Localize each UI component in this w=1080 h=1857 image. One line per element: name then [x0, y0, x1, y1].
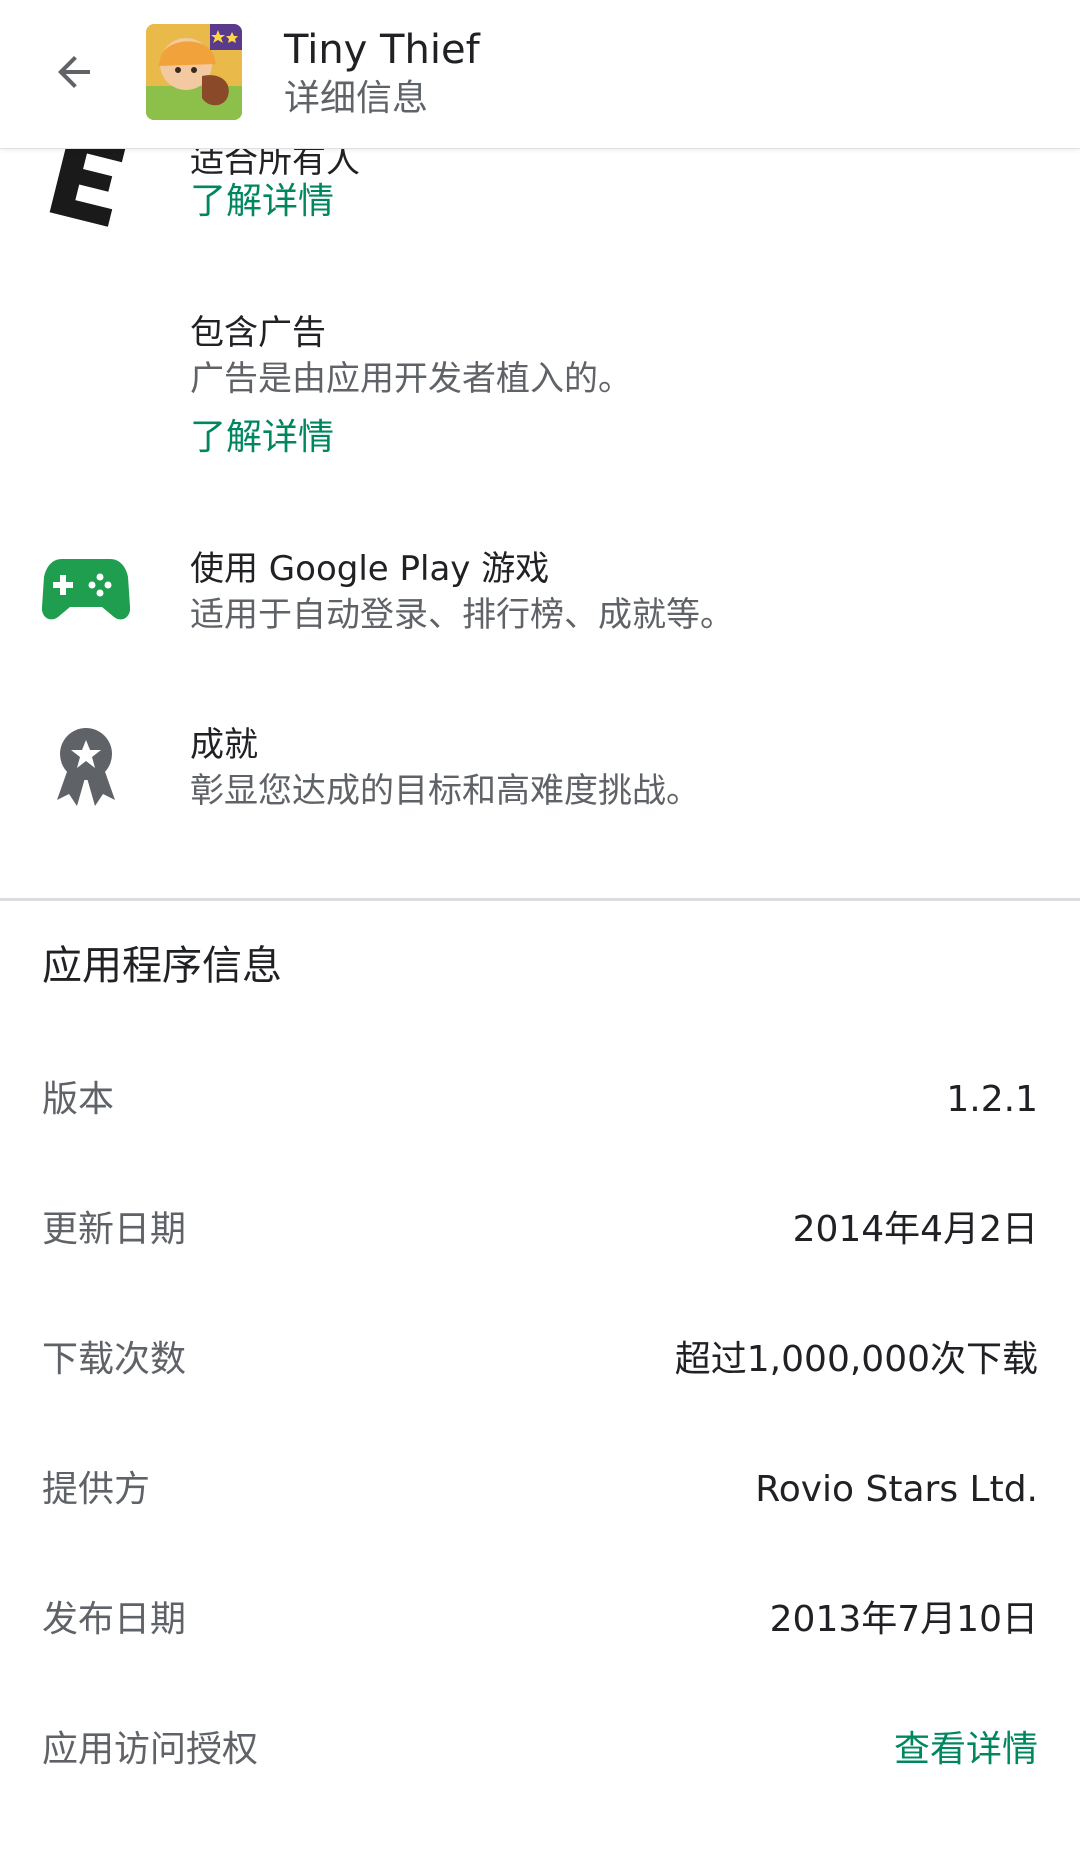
achievements-description: 彰显您达成的目标和高难度挑战。 — [190, 771, 700, 811]
ads-title: 包含广告 — [190, 313, 326, 353]
info-row-provider: 提供方 Rovio Stars Ltd. — [42, 1460, 1038, 1520]
view-permissions-link[interactable]: 查看详情 — [894, 1720, 1038, 1780]
info-row-version: 版本 1.2.1 — [42, 1070, 1038, 1130]
rating-learn-more-link[interactable]: 了解详情 — [190, 178, 334, 226]
info-value: 1.2.1 — [946, 1079, 1038, 1120]
play-games-title: 使用 Google Play 游戏 — [190, 549, 550, 589]
play-games-description: 适用于自动登录、排行榜、成就等。 — [190, 595, 734, 635]
info-value: 2014年4月2日 — [792, 1209, 1038, 1250]
info-label: 版本 — [42, 1079, 115, 1120]
info-row-permissions: 应用访问授权 查看详情 — [42, 1720, 1038, 1780]
info-label: 提供方 — [42, 1469, 151, 1510]
info-row-released: 发布日期 2013年7月10日 — [42, 1590, 1038, 1650]
info-row-downloads: 下载次数 超过1,000,000次下载 — [42, 1330, 1038, 1390]
info-label: 发布日期 — [42, 1599, 187, 1640]
achievements-title: 成就 — [190, 725, 258, 765]
info-value: Rovio Stars Ltd. — [755, 1469, 1038, 1510]
info-label: 更新日期 — [42, 1209, 187, 1250]
info-value: 超过1,000,000次下载 — [674, 1339, 1038, 1380]
award-badge-icon — [38, 718, 134, 814]
info-value: 2013年7月10日 — [769, 1599, 1038, 1640]
back-button[interactable] — [38, 36, 110, 108]
info-row-updated: 更新日期 2014年4月2日 — [42, 1200, 1038, 1260]
details-scroll-content[interactable]: 适合所有人 了解详情 包含广告 广告是由应用开发者植入的。 了解详情 使用 Go… — [0, 0, 1080, 1857]
app-info-section-title: 应用程序信息 — [42, 943, 282, 989]
info-label: 应用访问授权 — [42, 1729, 259, 1770]
top-app-bar: Tiny Thief 详细信息 — [0, 0, 1080, 149]
ads-description: 广告是由应用开发者植入的。 — [190, 359, 632, 399]
app-title: Tiny Thief — [284, 27, 480, 73]
info-label: 下载次数 — [42, 1339, 187, 1380]
section-divider — [0, 898, 1080, 901]
gamepad-icon — [38, 542, 134, 638]
ads-learn-more-link[interactable]: 了解详情 — [190, 414, 334, 462]
page-subtitle: 详细信息 — [284, 78, 429, 119]
tiny-thief-app-icon — [146, 24, 242, 120]
arrow-back-icon — [58, 56, 90, 88]
